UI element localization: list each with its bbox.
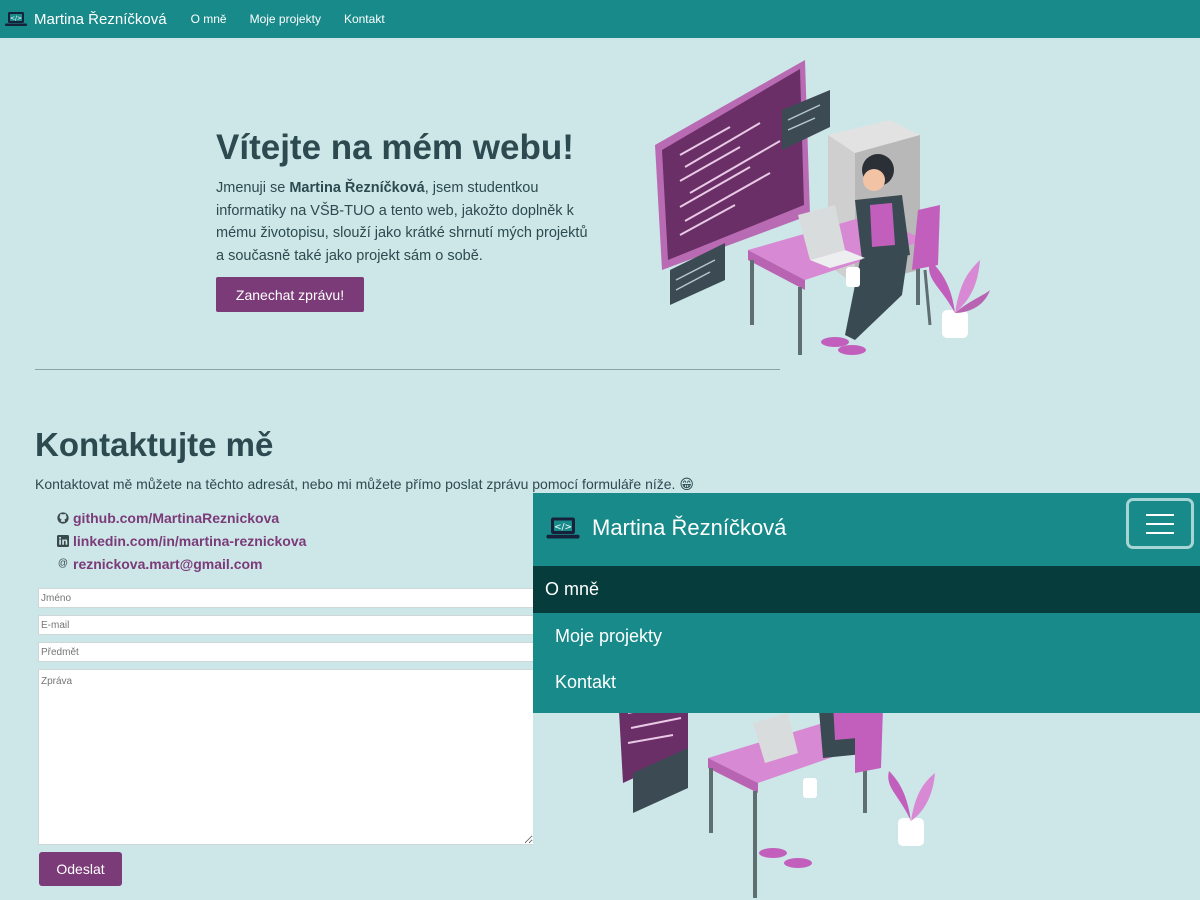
svg-text:</>: </> [10, 15, 22, 22]
hero-title: Vítejte na mém webu! [216, 128, 574, 167]
nav-link-projects[interactable]: Moje projekty [250, 12, 321, 26]
github-icon [57, 511, 69, 524]
linkedin-link-row: linkedin.com/in/martina-reznickova [57, 529, 306, 552]
brand-name: Martina Řezníčková [34, 10, 167, 28]
svg-text:</>: </> [554, 523, 572, 533]
laptop-code-icon: </> [546, 517, 580, 539]
nav-link-contact[interactable]: Kontakt [344, 12, 385, 26]
email-link[interactable]: reznickova.mart@gmail.com [73, 556, 263, 572]
mobile-nav-about[interactable]: O mně [533, 566, 1200, 613]
linkedin-link[interactable]: linkedin.com/in/martina-reznickova [73, 533, 306, 549]
developer-illustration-mobile [618, 693, 935, 898]
github-link-row: github.com/MartinaReznickova [57, 506, 306, 529]
mobile-brand[interactable]: </> Martina Řezníčková [546, 515, 786, 541]
hamburger-icon-line [1146, 513, 1174, 516]
mobile-navbar: </> Martina Řezníčková O mně Moje projek… [533, 493, 1200, 713]
developer-illustration [655, 60, 990, 355]
mobile-nav-contact[interactable]: Kontakt [533, 659, 1200, 706]
brand[interactable]: </> Martina Řezníčková [5, 11, 167, 28]
contact-intro: Kontaktovat mě můžete na těchto adresát,… [35, 476, 694, 492]
laptop-code-icon: </> [5, 12, 27, 26]
nav-link-about[interactable]: O mně [191, 12, 227, 26]
mobile-brand-name: Martina Řezníčková [592, 515, 787, 540]
hamburger-icon-line [1146, 522, 1174, 525]
leave-message-button[interactable]: Zanechat zprávu! [216, 277, 364, 312]
contact-title: Kontaktujte mě [35, 426, 274, 463]
navbar: </> Martina Řezníčková O mně Moje projek… [0, 0, 1200, 38]
mobile-nav-projects[interactable]: Moje projekty [533, 613, 1200, 660]
email-link-row: @ reznickova.mart@gmail.com [57, 552, 306, 575]
menu-toggle-button[interactable] [1126, 498, 1194, 549]
at-icon: @ [57, 558, 69, 569]
divider [35, 369, 780, 370]
message-field[interactable] [38, 669, 534, 845]
subject-field[interactable] [38, 642, 534, 662]
mobile-view: </> Martina Řezníčková O mně Moje projek… [533, 493, 1200, 900]
name-field[interactable] [38, 588, 534, 608]
send-button[interactable]: Odeslat [39, 852, 122, 886]
hero-text: Jmenuji se Martina Řezníčková, jsem stud… [216, 177, 596, 267]
email-field[interactable] [38, 615, 534, 635]
hero-text-name: Martina Řezníčková [289, 180, 425, 196]
hero-text-before: Jmenuji se [216, 180, 290, 196]
hamburger-icon-line [1146, 531, 1174, 534]
contact-links: github.com/MartinaReznickova linkedin.co… [57, 506, 306, 575]
linkedin-icon [57, 534, 69, 547]
github-link[interactable]: github.com/MartinaReznickova [73, 510, 279, 526]
